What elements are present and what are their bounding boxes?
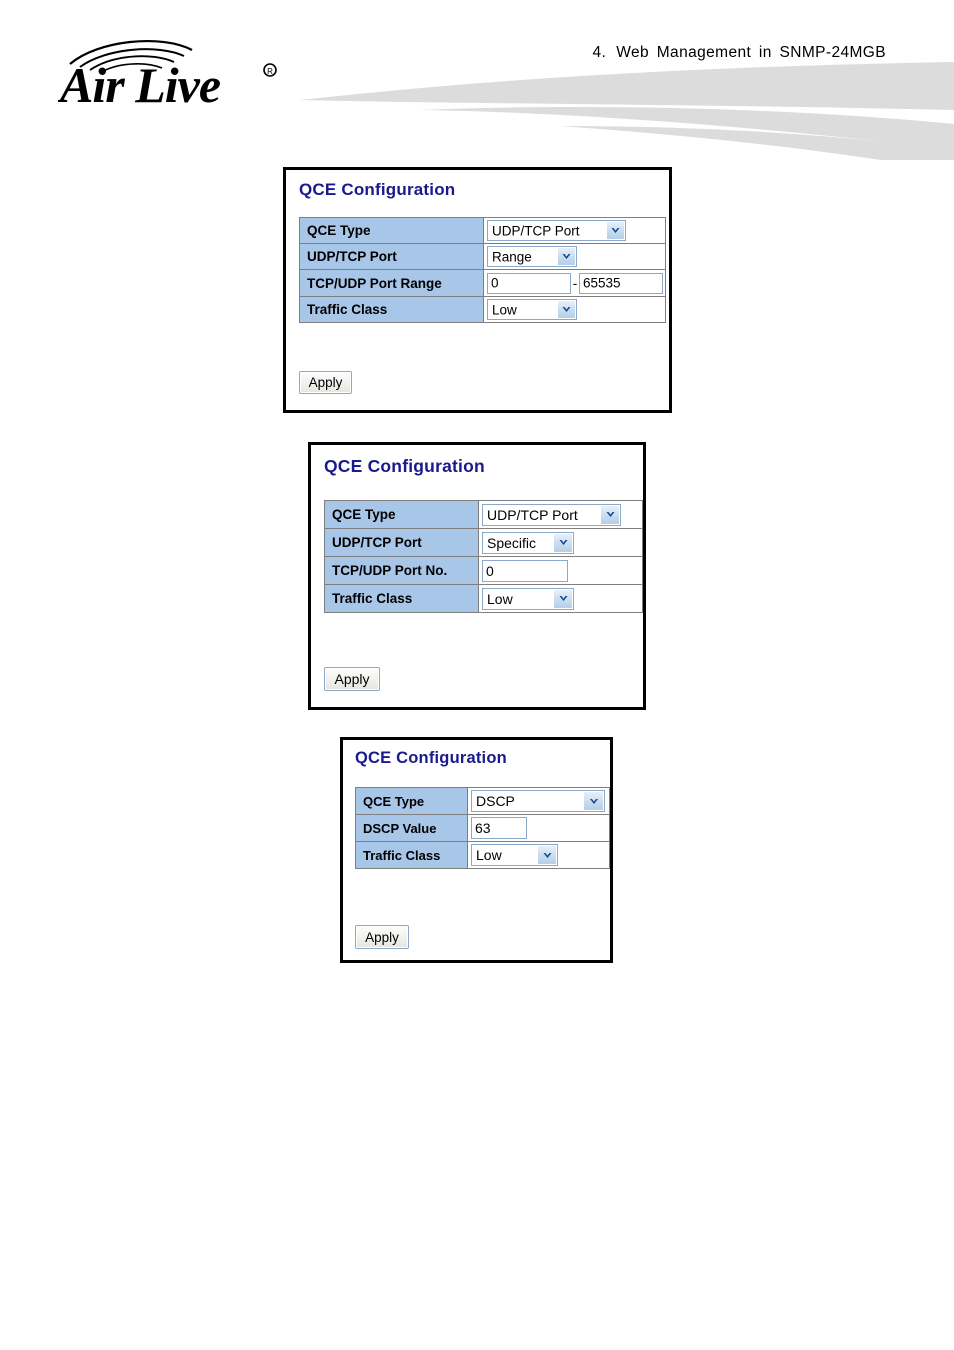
udp-tcp-port-mode-select[interactable]: Range — [487, 246, 577, 267]
chevron-down-icon[interactable] — [557, 248, 575, 265]
udp-tcp-port-mode-select[interactable]: Specific — [482, 531, 574, 554]
qce-settings-table: QCE Type UDP/TCP Port UDP/TCP Port Speci… — [324, 500, 643, 613]
panel-title: QCE Configuration — [299, 180, 456, 199]
chevron-down-icon[interactable] — [553, 589, 572, 608]
chevron-down-icon[interactable] — [537, 846, 556, 864]
qce-type-select-value: UDP/TCP Port — [492, 223, 580, 238]
qce-configuration-panel-specific: QCE Configuration QCE Type UDP/TCP Port … — [308, 442, 646, 710]
header-section-title: Web Management in SNMP-24MGB — [616, 44, 886, 61]
qce-type-select-value: DSCP — [476, 793, 515, 809]
row-value-udp-tcp-port[interactable]: Range — [483, 243, 666, 270]
row-label-udp-tcp-port: UDP/TCP Port — [299, 243, 484, 270]
row-label-traffic-class: Traffic Class — [355, 841, 468, 869]
qce-type-select[interactable]: DSCP — [471, 790, 605, 812]
apply-button[interactable]: Apply — [324, 667, 380, 691]
table-row: QCE Type DSCP — [355, 787, 610, 815]
port-range-from-value: 0 — [491, 275, 499, 291]
qce-type-select[interactable]: UDP/TCP Port — [487, 220, 626, 241]
chevron-down-icon[interactable] — [600, 505, 619, 524]
table-row: TCP/UDP Port No. 0 — [324, 556, 643, 585]
traffic-class-value: Low — [476, 847, 502, 863]
udp-tcp-port-mode-value: Specific — [487, 534, 537, 551]
range-separator: - — [572, 275, 578, 291]
qce-configuration-panel-range: QCE Configuration QCE Type UDP/TCP Port … — [283, 167, 672, 413]
port-range-from-input[interactable]: 0 — [487, 272, 571, 294]
row-value-traffic-class[interactable]: Low — [483, 296, 666, 323]
tcp-udp-port-no-input[interactable]: 0 — [482, 559, 568, 582]
airlive-logo: Air Live R — [58, 34, 298, 109]
qce-settings-table: QCE Type DSCP DSCP Value 63 Traffic Clas… — [355, 787, 610, 869]
apply-button[interactable]: Apply — [355, 925, 409, 949]
port-range-to-input[interactable]: 65535 — [579, 272, 663, 294]
dscp-value-text: 63 — [475, 820, 491, 836]
table-row: UDP/TCP Port Specific — [324, 528, 643, 557]
page-banner: Air Live R 4. Web Management in SNMP-24MG… — [0, 0, 954, 160]
row-label-port-no: TCP/UDP Port No. — [324, 556, 479, 585]
row-value-qce-type[interactable]: UDP/TCP Port — [483, 217, 666, 244]
table-row: DSCP Value 63 — [355, 814, 610, 842]
row-value-port-no[interactable]: 0 — [478, 556, 643, 585]
table-row: Traffic Class Low — [324, 584, 643, 613]
qce-configuration-panel-dscp: QCE Configuration QCE Type DSCP DSCP Val… — [340, 737, 613, 963]
row-label-dscp-value: DSCP Value — [355, 814, 468, 842]
qce-type-select[interactable]: UDP/TCP Port — [482, 503, 621, 526]
svg-text:R: R — [267, 67, 273, 76]
row-label-qce-type: QCE Type — [299, 217, 484, 244]
row-label-traffic-class: Traffic Class — [299, 296, 484, 323]
row-value-port-range[interactable]: 0 - 65535 — [483, 269, 666, 297]
row-label-port-range: TCP/UDP Port Range — [299, 269, 484, 297]
table-row: Traffic Class Low — [355, 841, 610, 869]
table-row: QCE Type UDP/TCP Port — [299, 217, 666, 244]
page-header-title: 4. Web Management in SNMP-24MGB — [520, 44, 920, 62]
qce-settings-table: QCE Type UDP/TCP Port UDP/TCP Port Range — [299, 217, 666, 323]
row-value-udp-tcp-port[interactable]: Specific — [478, 528, 643, 557]
dscp-value-input[interactable]: 63 — [471, 817, 527, 839]
chevron-down-icon[interactable] — [606, 222, 624, 239]
row-label-qce-type: QCE Type — [355, 787, 468, 815]
qce-type-select-value: UDP/TCP Port — [487, 506, 578, 523]
table-row: Traffic Class Low — [299, 296, 666, 323]
chevron-down-icon[interactable] — [553, 533, 572, 552]
table-row: TCP/UDP Port Range 0 - 65535 — [299, 269, 666, 297]
chevron-down-icon[interactable] — [557, 301, 575, 318]
row-label-traffic-class: Traffic Class — [324, 584, 479, 613]
traffic-class-value: Low — [487, 590, 513, 607]
traffic-class-select[interactable]: Low — [471, 844, 558, 866]
traffic-class-select[interactable]: Low — [487, 299, 577, 320]
tcp-udp-port-no-value: 0 — [486, 562, 494, 579]
row-value-qce-type[interactable]: DSCP — [467, 787, 610, 815]
traffic-class-value: Low — [492, 302, 517, 317]
svg-text:Air Live: Air Live — [58, 57, 221, 109]
row-value-dscp-value[interactable]: 63 — [467, 814, 610, 842]
port-range-to-value: 65535 — [583, 275, 621, 291]
row-label-qce-type: QCE Type — [324, 500, 479, 529]
row-label-udp-tcp-port: UDP/TCP Port — [324, 528, 479, 557]
panel-title: QCE Configuration — [324, 456, 485, 476]
panel-title: QCE Configuration — [355, 749, 507, 767]
header-section-number: 4. — [592, 44, 607, 61]
table-row: QCE Type UDP/TCP Port — [324, 500, 643, 529]
chevron-down-icon[interactable] — [583, 792, 603, 810]
traffic-class-select[interactable]: Low — [482, 587, 574, 610]
udp-tcp-port-mode-value: Range — [492, 249, 532, 264]
row-value-traffic-class[interactable]: Low — [478, 584, 643, 613]
row-value-qce-type[interactable]: UDP/TCP Port — [478, 500, 643, 529]
row-value-traffic-class[interactable]: Low — [467, 841, 610, 869]
table-row: UDP/TCP Port Range — [299, 243, 666, 270]
apply-button[interactable]: Apply — [299, 371, 352, 394]
